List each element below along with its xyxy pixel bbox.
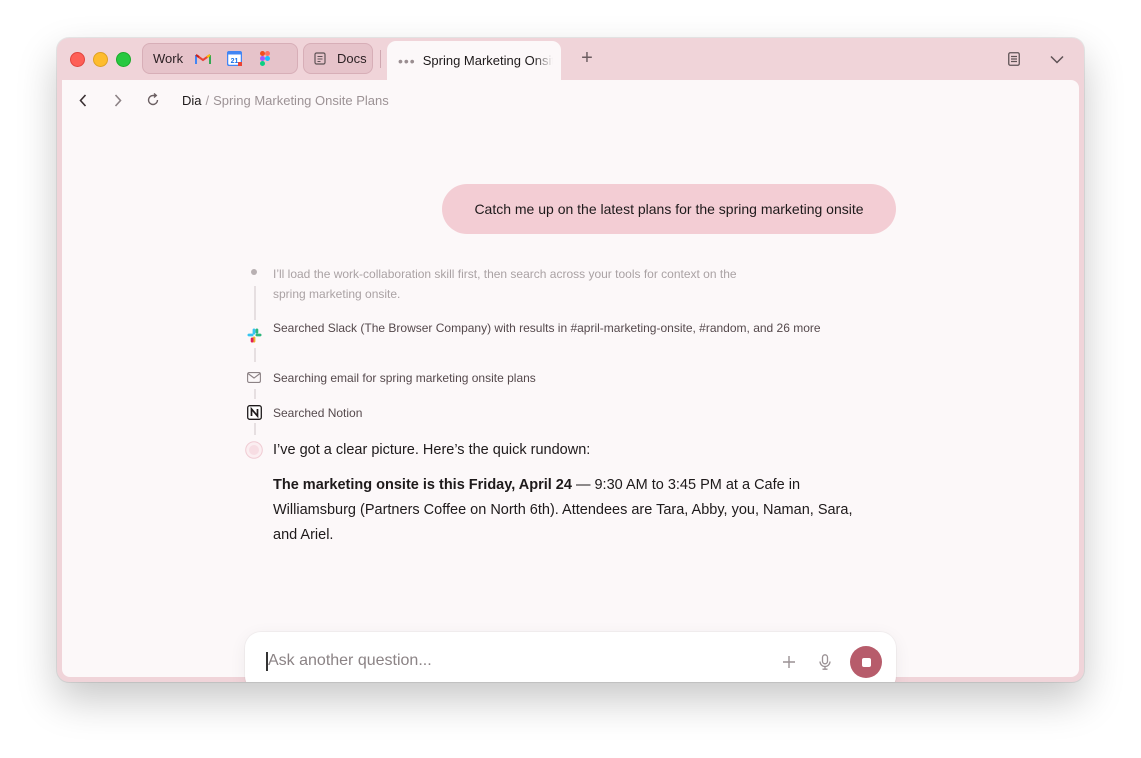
tab-group-docs[interactable]: Docs	[303, 43, 373, 74]
docs-icon	[312, 51, 328, 67]
new-tab-button[interactable]: +	[577, 48, 597, 68]
mail-icon	[245, 368, 263, 386]
step-email-search: Searching email for spring marketing ons…	[273, 371, 536, 385]
notion-icon	[245, 403, 263, 421]
navigation-bar: Dia / Spring Marketing Onsite Plans	[62, 80, 1079, 120]
slack-icon	[245, 326, 263, 344]
loading-dots-icon: •••	[398, 52, 416, 69]
tab-group-work[interactable]: Work 21	[142, 43, 298, 74]
forward-button[interactable]	[108, 90, 128, 110]
figma-icon[interactable]	[257, 51, 273, 67]
browser-window: Work 21 Docs ••• Spring Marketing Onsite…	[57, 38, 1084, 682]
timeline-connector	[254, 348, 256, 362]
step-notion-search: Searched Notion	[273, 406, 363, 420]
page-icon[interactable]	[1005, 50, 1023, 68]
answer-body: The marketing onsite is this Friday, Apr…	[273, 473, 873, 548]
timeline-connector	[254, 389, 256, 399]
minimize-window-button[interactable]	[93, 52, 108, 67]
breadcrumb-separator: /	[205, 93, 210, 108]
microphone-icon[interactable]	[815, 652, 835, 672]
tab-separator	[380, 50, 381, 68]
tab-title: Spring Marketing Onsite	[422, 53, 553, 68]
title-bar: Work 21 Docs ••• Spring Marketing Onsite…	[57, 38, 1084, 80]
timeline-connector	[254, 286, 256, 320]
assistant-avatar-icon	[245, 441, 263, 459]
stop-icon	[861, 657, 871, 667]
tab-spring-marketing-onsite[interactable]: ••• Spring Marketing Onsite	[387, 41, 561, 80]
page-content: Dia / Spring Marketing Onsite Plans Catch …	[62, 80, 1079, 682]
back-button[interactable]	[73, 90, 93, 110]
breadcrumb-root[interactable]: Dia	[182, 93, 202, 108]
add-icon[interactable]	[779, 652, 799, 672]
gmail-icon[interactable]	[195, 51, 212, 67]
timeline-connector	[254, 423, 256, 435]
calendar-day: 21	[230, 58, 238, 65]
answer-highlight: The marketing onsite is this Friday, Apr…	[273, 477, 572, 493]
stop-button[interactable]	[850, 646, 882, 678]
dot-icon	[245, 263, 263, 281]
zoom-window-button[interactable]	[116, 52, 131, 67]
tab-group-label: Docs	[337, 51, 367, 66]
breadcrumb-page: Spring Marketing Onsite Plans	[213, 93, 389, 108]
answer-intro: I’ve got a clear picture. Here’s the qui…	[273, 442, 591, 458]
close-window-button[interactable]	[70, 52, 85, 67]
step-slack-search: Searched Slack (The Browser Company) wit…	[273, 321, 821, 335]
tab-group-label: Work	[153, 51, 184, 66]
chat-composer[interactable]: Ask another question...	[245, 632, 896, 682]
question-input[interactable]: Ask another question...	[268, 652, 432, 670]
reload-icon[interactable]	[143, 90, 163, 110]
step-thinking: I’ll load the work-collaboration skill f…	[273, 267, 737, 301]
user-message: Catch me up on the latest plans for the …	[442, 184, 896, 234]
chevron-down-icon[interactable]	[1048, 50, 1066, 68]
calendar-icon[interactable]: 21	[226, 51, 242, 67]
breadcrumb: Dia / Spring Marketing Onsite Plans	[182, 93, 389, 108]
